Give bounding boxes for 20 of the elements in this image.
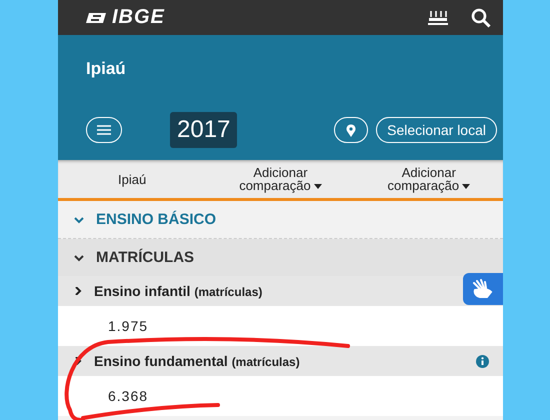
- info-icon[interactable]: [476, 354, 489, 368]
- section-header[interactable]: ENSINO BÁSICO: [96, 211, 216, 228]
- compare-dropdown[interactable]: Adicionar comparação: [206, 160, 355, 198]
- pin-icon: [346, 124, 356, 136]
- compare-dropdown[interactable]: Adicionar comparação: [354, 160, 503, 198]
- logo-icon: [86, 10, 108, 24]
- sign-language-button[interactable]: [463, 273, 503, 305]
- hands-icon: [471, 279, 495, 299]
- menu-button[interactable]: [86, 117, 122, 143]
- search-icon[interactable]: [471, 8, 491, 28]
- location-button[interactable]: [334, 117, 368, 143]
- indicator-value: 1.975: [108, 318, 148, 334]
- year-label[interactable]: 2017: [170, 112, 238, 148]
- logo-text: IBGE: [112, 6, 165, 29]
- place-column-label: Ipiaú: [117, 170, 148, 189]
- menu-icon: [97, 125, 111, 135]
- place-title: Ipiaú: [86, 59, 127, 79]
- select-location-button[interactable]: Selecionar local: [376, 117, 497, 143]
- indicator-value: 6.368: [108, 388, 148, 404]
- group-header[interactable]: MATRÍCULAS: [96, 249, 194, 266]
